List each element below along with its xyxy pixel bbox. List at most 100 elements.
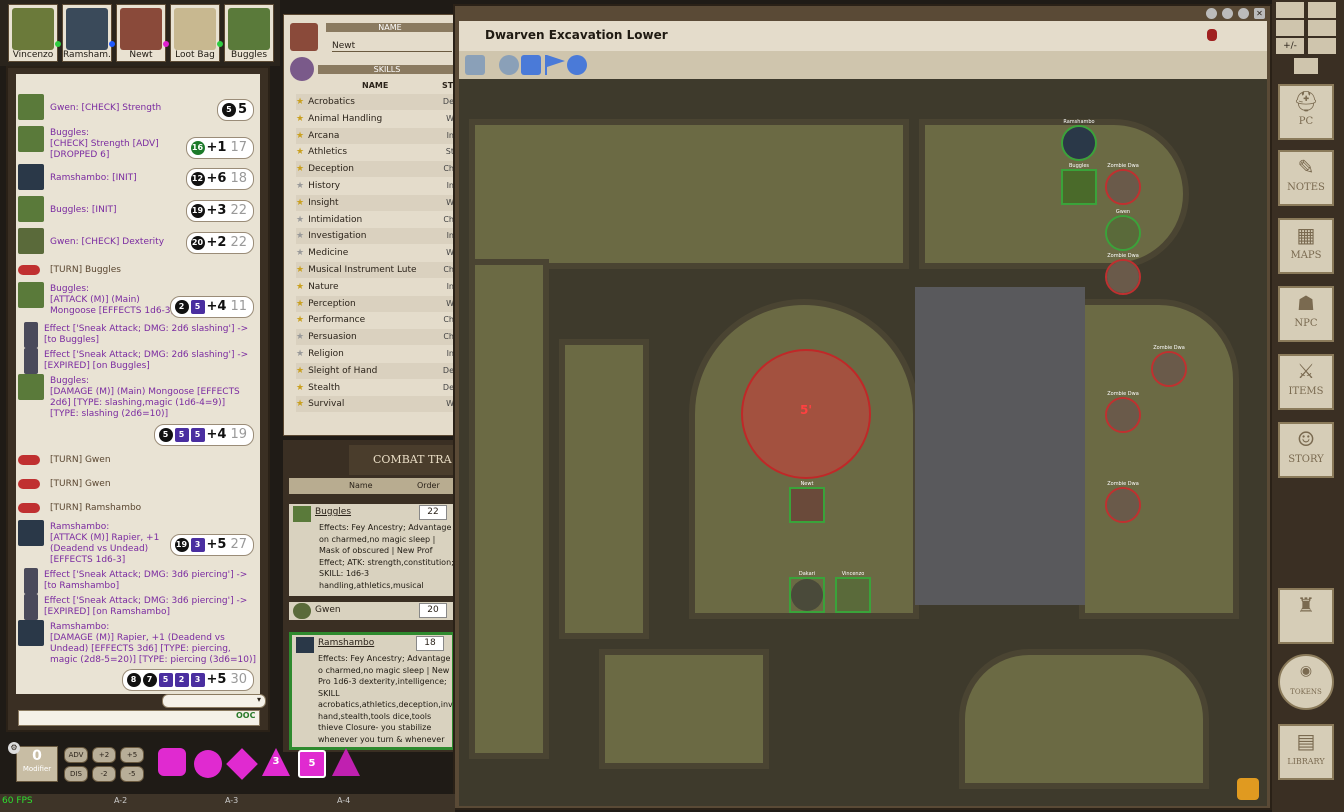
proficiency-star-icon[interactable]: ★: [296, 383, 304, 393]
minus5-button[interactable]: -5: [120, 766, 144, 782]
lock-icon[interactable]: [1207, 29, 1217, 41]
portrait-ramshambo[interactable]: Ramsham...: [62, 4, 115, 62]
plus-minus-button[interactable]: +/-: [1276, 38, 1304, 54]
proficiency-star-icon[interactable]: ★: [296, 215, 304, 225]
story-button[interactable]: ☺ STORY: [1278, 422, 1334, 478]
ct-init[interactable]: 22: [419, 505, 447, 520]
ct-name[interactable]: Ramshambo: [318, 638, 374, 648]
maps-button[interactable]: ▦ MAPS: [1278, 218, 1334, 274]
ct-entry-buggles[interactable]: Buggles 22 Effects: Fey Ancestry; Advant…: [289, 504, 455, 596]
name-field[interactable]: Newt: [332, 41, 452, 52]
proficiency-star-icon[interactable]: ★: [296, 366, 304, 376]
flag-icon[interactable]: [545, 55, 565, 75]
adv-button[interactable]: ADV: [64, 747, 88, 763]
ooc-toggle[interactable]: OOC: [236, 711, 255, 720]
ct-name[interactable]: Buggles: [315, 507, 351, 517]
proficiency-star-icon[interactable]: ★: [296, 131, 304, 141]
proficiency-star-icon[interactable]: ★: [296, 282, 304, 292]
skill-row[interactable]: ★ Survival W: [296, 396, 456, 413]
npc-button[interactable]: ☗ NPC: [1278, 286, 1334, 342]
token-gwen[interactable]: Gwen: [1105, 209, 1141, 251]
ct-init[interactable]: 18: [416, 636, 444, 651]
portrait-vincenzo[interactable]: Vincenzo: [8, 4, 61, 62]
chat-mode-select[interactable]: ▾: [162, 694, 266, 708]
lock-icon[interactable]: [1238, 8, 1249, 19]
token-newt[interactable]: Newt: [789, 481, 825, 523]
d10-icon[interactable]: [226, 748, 258, 780]
token-zombie[interactable]: Zombie Dwa: [1105, 253, 1141, 295]
plus2-button[interactable]: +2: [92, 747, 116, 763]
token-ramshambo[interactable]: Ramshambo: [1061, 119, 1097, 161]
visibility-icon[interactable]: [521, 55, 541, 75]
d6-icon[interactable]: 5: [298, 750, 326, 778]
skill-row[interactable]: ★ Arcana In: [296, 127, 456, 144]
proficiency-star-icon[interactable]: ★: [296, 315, 304, 325]
skill-row[interactable]: ★ Persuasion Ch: [296, 329, 456, 346]
shield-icon[interactable]: [1276, 2, 1304, 18]
proficiency-star-icon[interactable]: ★: [296, 147, 304, 157]
skill-row[interactable]: ★ Sleight of Hand De: [296, 362, 456, 379]
proficiency-star-icon[interactable]: ★: [296, 181, 304, 191]
proficiency-star-icon[interactable]: ★: [296, 164, 304, 174]
skill-row[interactable]: ★ Musical Instrument Lute Ch: [296, 262, 456, 278]
skill-row[interactable]: ★ History In: [296, 178, 456, 194]
hand-icon[interactable]: [1308, 2, 1336, 18]
skill-row[interactable]: ★ Performance Ch: [296, 312, 456, 328]
proficiency-star-icon[interactable]: ★: [296, 332, 304, 342]
items-button[interactable]: ⚔ ITEMS: [1278, 354, 1334, 410]
skill-row[interactable]: ★ Perception W: [296, 295, 456, 312]
portrait-buggles[interactable]: Buggles: [224, 4, 274, 62]
proficiency-star-icon[interactable]: ★: [296, 399, 304, 409]
chat-icon[interactable]: [1308, 20, 1336, 36]
skill-row[interactable]: ★ Insight W: [296, 194, 456, 211]
token-dakari[interactable]: Dakari: [789, 571, 825, 613]
proficiency-star-icon[interactable]: ★: [296, 299, 304, 309]
dis-button[interactable]: DIS: [64, 766, 88, 782]
skill-row[interactable]: ★ Animal Handling W: [296, 111, 456, 127]
notes-button[interactable]: ✎ NOTES: [1278, 150, 1334, 206]
library-button[interactable]: ▤ LIBRARY: [1278, 724, 1334, 780]
modifier-box[interactable]: 0 Modifier: [16, 746, 58, 782]
skill-row[interactable]: ★ Religion In: [296, 346, 456, 362]
share-icon[interactable]: [1222, 8, 1233, 19]
ct-entry-ramshambo[interactable]: Ramshambo 18 Effects: Fey Ancestry; Adva…: [289, 632, 455, 750]
tokens-button[interactable]: ◉ TOKENS: [1278, 654, 1334, 710]
skill-row[interactable]: ★ Intimidation Ch: [296, 212, 456, 228]
ct-init[interactable]: 20: [419, 603, 447, 618]
target-icon[interactable]: [499, 55, 519, 75]
token-zombie[interactable]: Zombie Dwa: [1105, 391, 1141, 433]
skill-row[interactable]: ★ Nature In: [296, 279, 456, 295]
portrait-newt[interactable]: Newt: [116, 4, 169, 62]
tools-icon[interactable]: [1276, 20, 1304, 36]
token-zombie[interactable]: Zombie Dwa: [1105, 163, 1141, 205]
token-zombie[interactable]: Zombie Dwa: [1105, 481, 1141, 523]
skill-row[interactable]: ★ Athletics St: [296, 144, 456, 160]
token-zombie[interactable]: Zombie Dwa: [1151, 345, 1187, 387]
proficiency-star-icon[interactable]: ★: [296, 97, 304, 107]
close-icon[interactable]: ✕: [1254, 8, 1265, 19]
d20-icon[interactable]: [158, 748, 186, 776]
portrait-loot-bag[interactable]: Loot Bag: [170, 4, 223, 62]
help-icon[interactable]: [1206, 8, 1217, 19]
skill-row[interactable]: ★ Medicine W: [296, 245, 456, 261]
skill-row[interactable]: ★ Stealth De: [296, 380, 456, 396]
range-indicator[interactable]: 5': [741, 349, 871, 479]
person-icon[interactable]: [1308, 38, 1336, 54]
gear-icon[interactable]: ⚙: [8, 742, 20, 754]
tower-button[interactable]: ♜: [1278, 588, 1334, 644]
proficiency-star-icon[interactable]: ★: [296, 114, 304, 124]
proficiency-star-icon[interactable]: ★: [296, 198, 304, 208]
plus5-button[interactable]: +5: [120, 747, 144, 763]
proficiency-star-icon[interactable]: ★: [296, 265, 304, 275]
map-canvas[interactable]: 5' Ramshambo Buggles Zombie Dwa Gwen Zom…: [459, 79, 1267, 806]
proficiency-star-icon[interactable]: ★: [296, 248, 304, 258]
ct-name[interactable]: Gwen: [315, 605, 341, 615]
grid-icon[interactable]: [465, 55, 485, 75]
skill-row[interactable]: ★ Investigation In: [296, 228, 456, 245]
minus2-button[interactable]: -2: [92, 766, 116, 782]
chain-icon[interactable]: [1237, 778, 1259, 800]
pc-button[interactable]: ⛑ PC: [1278, 84, 1334, 140]
token-vincenzo[interactable]: Vincenzo: [835, 571, 871, 613]
skill-row[interactable]: ★ Deception Ch: [296, 161, 456, 178]
proficiency-star-icon[interactable]: ★: [296, 349, 304, 359]
